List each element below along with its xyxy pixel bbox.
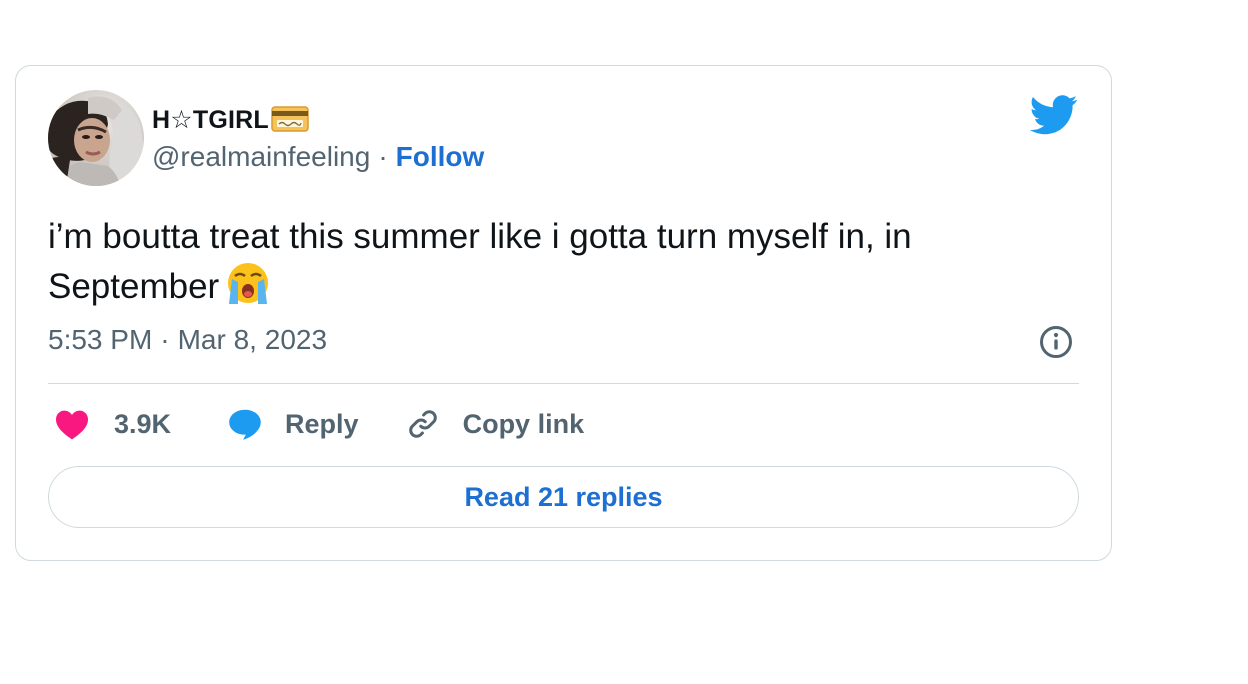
tweet-timestamp[interactable]: 5:53 PM · Mar 8, 2023	[48, 324, 327, 356]
credit-card-icon	[271, 105, 309, 137]
like-count: 3.9K	[114, 408, 172, 439]
handle-row: @realmainfeeling · Follow	[152, 139, 484, 175]
handle-separator: ·	[378, 141, 388, 172]
info-icon[interactable]	[1039, 325, 1073, 364]
loudly-crying-face-icon	[223, 260, 273, 318]
display-name[interactable]: H☆TGIRL	[152, 105, 269, 135]
reply-button[interactable]: Reply	[227, 407, 359, 441]
tweet-actions: 3.9K Reply Copy link	[54, 406, 584, 442]
follow-button[interactable]: Follow	[396, 141, 485, 173]
read-replies-button[interactable]: Read 21 replies	[48, 466, 1079, 528]
copy-link-label: Copy link	[462, 408, 585, 439]
tweet-embed-card: H☆TGIRL @realmainfeeling · Follow i’m bo…	[15, 65, 1112, 561]
copy-link-button[interactable]: Copy link	[405, 406, 585, 442]
twitter-bird-icon[interactable]	[1029, 95, 1078, 140]
timestamp-separator: ·	[160, 324, 170, 355]
author-handle[interactable]: @realmainfeeling	[152, 141, 370, 173]
tweet-text-body: i’m boutta treat this summer like i gott…	[48, 217, 912, 306]
divider	[48, 383, 1079, 384]
read-replies-label: Read 21 replies	[464, 481, 663, 512]
tweet-text: i’m boutta treat this summer like i gott…	[48, 214, 1058, 318]
heart-icon	[56, 410, 88, 440]
tweet-time: 5:53 PM	[48, 324, 153, 355]
reply-label: Reply	[285, 408, 359, 439]
tweet-header: H☆TGIRL @realmainfeeling · Follow	[48, 90, 484, 186]
name-row: H☆TGIRL	[152, 101, 484, 139]
reply-bubble-icon	[229, 409, 261, 440]
author-identity: H☆TGIRL @realmainfeeling · Follow	[152, 101, 484, 175]
avatar[interactable]	[48, 90, 144, 186]
tweet-date: Mar 8, 2023	[177, 324, 328, 355]
link-icon	[408, 410, 437, 438]
like-button[interactable]: 3.9K	[54, 408, 171, 440]
